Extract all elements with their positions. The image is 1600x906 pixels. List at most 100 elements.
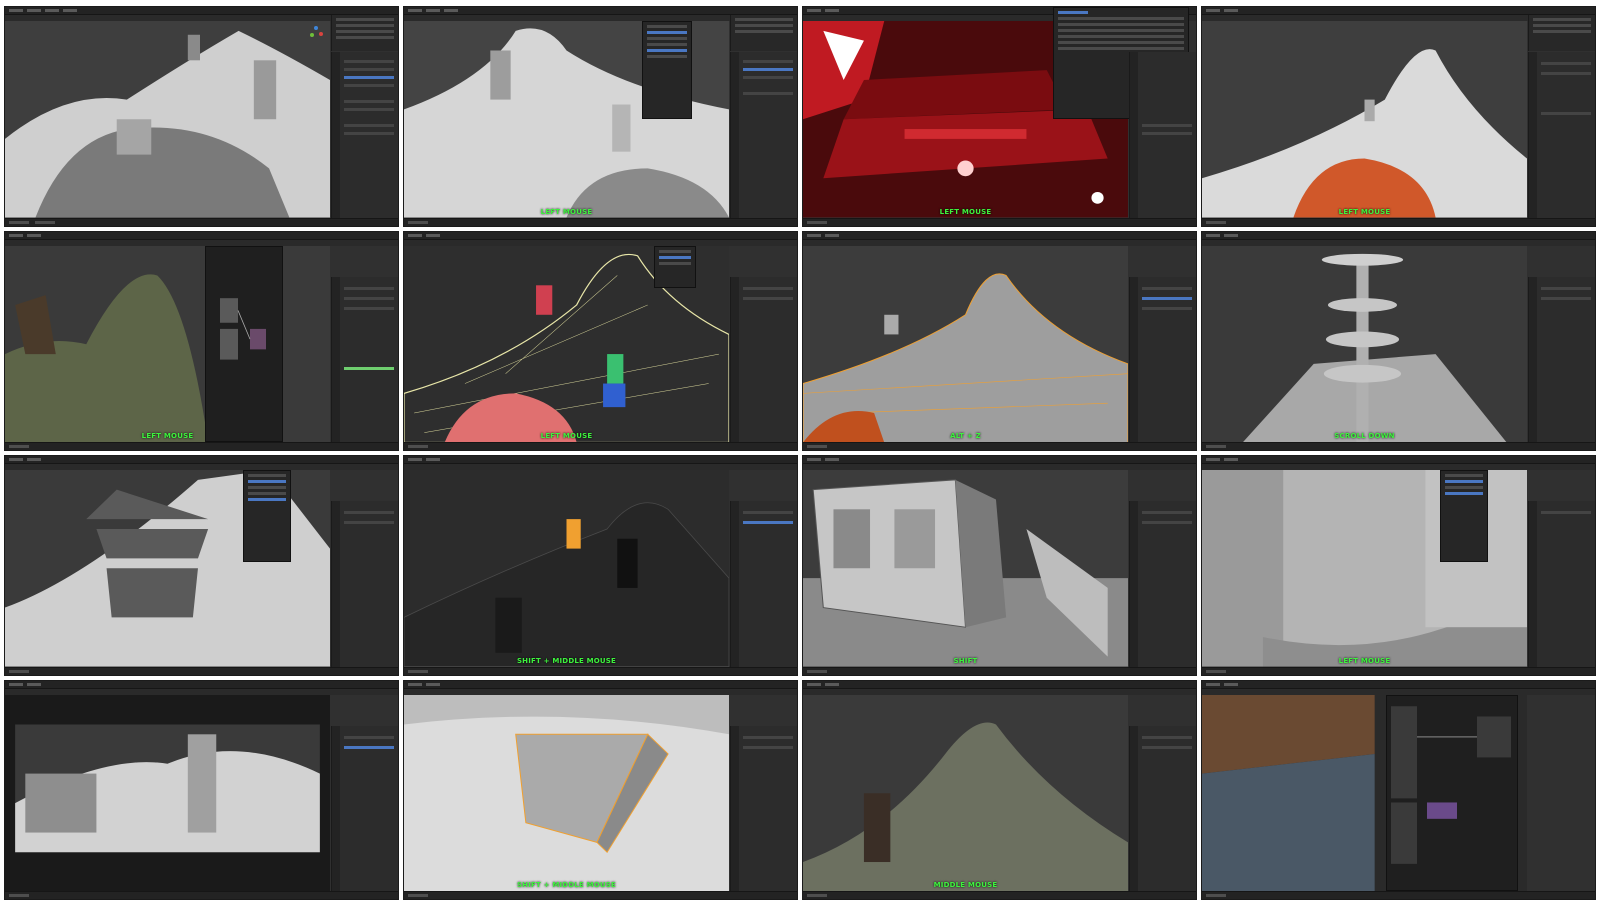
menu-bar[interactable] bbox=[1202, 680, 1595, 689]
status-bar bbox=[5, 217, 398, 226]
properties-panel[interactable] bbox=[331, 501, 398, 667]
status-bar bbox=[1202, 666, 1595, 675]
3d-viewport[interactable] bbox=[404, 470, 729, 667]
3d-viewport[interactable] bbox=[404, 694, 729, 891]
menu-bar[interactable] bbox=[1202, 456, 1595, 464]
3d-viewport[interactable] bbox=[1202, 21, 1527, 218]
properties-panel[interactable] bbox=[1528, 276, 1595, 442]
properties-panel[interactable] bbox=[1528, 52, 1595, 218]
viewport-tile-7: ALT + Z bbox=[802, 230, 1197, 451]
viewport-tile-5: LEFT MOUSE bbox=[4, 230, 399, 451]
viewport-tile-14: SHIFT + MIDDLE MOUSE bbox=[403, 679, 798, 900]
menu-bar[interactable] bbox=[404, 7, 797, 15]
3d-viewport[interactable] bbox=[803, 470, 1128, 667]
navigation-gizmo[interactable] bbox=[308, 25, 324, 41]
viewport-tile-12: LEFT MOUSE bbox=[1201, 455, 1596, 676]
properties-panel[interactable] bbox=[730, 725, 797, 891]
menu-bar[interactable] bbox=[803, 680, 1196, 689]
shortcut-caption: LEFT MOUSE bbox=[1338, 656, 1391, 665]
properties-panel[interactable] bbox=[1129, 725, 1196, 891]
properties-panel[interactable] bbox=[1129, 276, 1196, 442]
properties-panel[interactable] bbox=[730, 501, 797, 667]
shortcut-caption: LEFT MOUSE bbox=[141, 432, 194, 440]
scene-render bbox=[1202, 245, 1527, 442]
status-bar bbox=[1202, 891, 1595, 899]
shortcut-caption: MIDDLE MOUSE bbox=[933, 881, 998, 889]
status-bar bbox=[1202, 442, 1595, 450]
screenshot-grid: LEFT MOUSE LEFT MOUSE LEFT MOUSE LEFT MO… bbox=[4, 6, 1596, 900]
properties-panel[interactable] bbox=[730, 52, 797, 218]
status-bar bbox=[1202, 217, 1595, 226]
status-bar bbox=[404, 442, 797, 450]
properties-panel[interactable] bbox=[1528, 501, 1595, 667]
3d-viewport[interactable] bbox=[5, 21, 330, 218]
menu-bar[interactable] bbox=[5, 680, 398, 689]
menu-bar[interactable] bbox=[803, 456, 1196, 464]
shortcut-caption: SCROLL DOWN bbox=[1334, 432, 1395, 440]
status-bar bbox=[404, 891, 797, 899]
material-popover[interactable] bbox=[642, 21, 692, 119]
viewport-tile-6: LEFT MOUSE bbox=[403, 230, 798, 451]
shortcut-caption: SHIFT + MIDDLE MOUSE bbox=[516, 656, 617, 665]
outliner-panel[interactable] bbox=[1528, 15, 1595, 51]
viewport-tile-11: SHIFT bbox=[802, 455, 1197, 676]
menu-bar[interactable] bbox=[1202, 231, 1595, 240]
shortcut-caption: LEFT MOUSE bbox=[939, 207, 992, 216]
shader-node-editor[interactable] bbox=[205, 245, 283, 442]
3d-viewport[interactable] bbox=[5, 694, 330, 891]
status-bar bbox=[404, 666, 797, 675]
shortcut-caption: LEFT MOUSE bbox=[540, 207, 593, 216]
viewport-tile-3: LEFT MOUSE bbox=[802, 6, 1197, 227]
status-bar bbox=[5, 891, 398, 899]
scene-render bbox=[5, 694, 330, 891]
menu-bar[interactable] bbox=[5, 231, 398, 240]
shortcut-caption: SHIFT bbox=[953, 656, 978, 665]
menu-bar[interactable] bbox=[404, 231, 797, 240]
viewport-tile-13 bbox=[4, 679, 399, 900]
status-bar bbox=[803, 442, 1196, 450]
menu-bar[interactable] bbox=[5, 7, 398, 15]
menu-bar[interactable] bbox=[404, 456, 797, 464]
menu-bar[interactable] bbox=[404, 680, 797, 689]
menu-bar[interactable] bbox=[5, 456, 398, 464]
status-bar bbox=[803, 891, 1196, 899]
properties-panel[interactable] bbox=[331, 52, 398, 218]
menu-bar[interactable] bbox=[1202, 7, 1595, 15]
3d-viewport[interactable] bbox=[803, 245, 1128, 442]
scene-render bbox=[5, 21, 330, 218]
outliner-panel[interactable] bbox=[331, 15, 398, 51]
shortcut-caption: LEFT MOUSE bbox=[540, 432, 593, 440]
properties-panel[interactable] bbox=[730, 276, 797, 442]
shortcut-caption: LEFT MOUSE bbox=[1338, 207, 1391, 216]
viewport-tile-4: LEFT MOUSE bbox=[1201, 6, 1596, 227]
viewport-tile-2: LEFT MOUSE bbox=[403, 6, 798, 227]
viewport-tile-16 bbox=[1201, 679, 1596, 900]
viewport-tile-10: SHIFT + MIDDLE MOUSE bbox=[403, 455, 798, 676]
scene-render bbox=[404, 470, 729, 667]
properties-panel[interactable] bbox=[331, 276, 398, 442]
properties-panel[interactable] bbox=[1129, 52, 1196, 218]
shader-node-editor[interactable] bbox=[1386, 694, 1518, 891]
scene-render bbox=[803, 245, 1128, 442]
viewport-tile-8: SCROLL DOWN bbox=[1201, 230, 1596, 451]
outliner-panel[interactable] bbox=[730, 15, 797, 51]
viewport-tile-15: MIDDLE MOUSE bbox=[802, 679, 1197, 900]
overlay-popover[interactable] bbox=[654, 245, 696, 288]
status-bar bbox=[404, 217, 797, 226]
status-bar bbox=[5, 442, 398, 450]
3d-viewport[interactable] bbox=[1202, 245, 1527, 442]
scene-render bbox=[404, 694, 729, 891]
scene-render bbox=[1202, 21, 1527, 218]
material-popover[interactable] bbox=[243, 470, 291, 562]
shortcut-caption: ALT + Z bbox=[950, 432, 981, 440]
material-popover[interactable] bbox=[1440, 470, 1488, 562]
scene-render bbox=[803, 470, 1128, 667]
status-bar bbox=[5, 666, 398, 675]
menu-bar[interactable] bbox=[803, 231, 1196, 240]
status-bar bbox=[803, 666, 1196, 675]
viewport-tile-1 bbox=[4, 6, 399, 227]
properties-panel[interactable] bbox=[1129, 501, 1196, 667]
3d-viewport[interactable] bbox=[803, 694, 1128, 891]
viewport-tile-9 bbox=[4, 455, 399, 676]
properties-panel[interactable] bbox=[331, 725, 398, 891]
